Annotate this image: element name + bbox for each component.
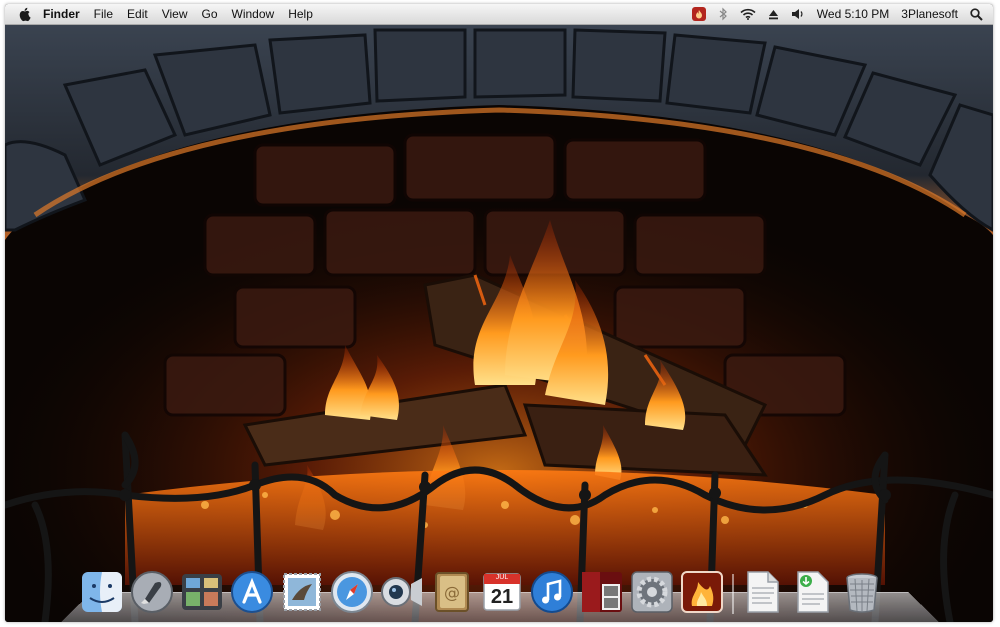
mail-stamp-icon — [283, 573, 321, 611]
fireplace-wallpaper — [5, 25, 993, 622]
photo-booth-icon — [582, 572, 622, 612]
document-icon — [747, 571, 779, 613]
dock-finder[interactable] — [80, 570, 124, 614]
gear-icon — [631, 571, 673, 613]
spotlight-icon[interactable] — [970, 7, 983, 21]
menu-view[interactable]: View — [162, 7, 188, 21]
dock-separator — [732, 574, 734, 614]
calendar-day: 21 — [490, 586, 514, 608]
dock-ical[interactable]: JUL 21 — [480, 570, 524, 614]
dock-launchpad[interactable] — [130, 570, 174, 614]
dock-address-book[interactable]: @ — [430, 570, 474, 614]
desktop: Finder File Edit View Go Window Help Wed… — [5, 4, 993, 622]
download-document-icon — [797, 571, 829, 613]
menu-clock[interactable]: Wed 5:10 PM — [817, 7, 889, 21]
menu-go[interactable]: Go — [202, 7, 218, 21]
status-menus: Wed 5:10 PM 3Planesoft — [680, 7, 993, 21]
menu-bar: Finder File Edit View Go Window Help Wed… — [5, 4, 993, 25]
app-store-icon — [231, 571, 273, 613]
dock-mission-control[interactable] — [180, 570, 224, 614]
dock-facetime[interactable] — [380, 570, 424, 614]
finder-icon — [82, 572, 122, 612]
itunes-note-icon — [531, 571, 573, 613]
dock-system-preferences[interactable] — [630, 570, 674, 614]
volume-icon[interactable] — [791, 8, 805, 20]
menu-finder[interactable]: Finder — [43, 7, 80, 21]
menu-help[interactable]: Help — [288, 7, 313, 21]
dock-trash[interactable] — [840, 570, 884, 614]
trash-icon — [846, 573, 878, 613]
launchpad-rocket-icon — [131, 571, 173, 613]
menu-user[interactable]: 3Planesoft — [901, 7, 958, 21]
menu-file[interactable]: File — [94, 7, 113, 21]
dock-downloads-stack[interactable] — [790, 570, 834, 614]
dock-document-stack[interactable] — [740, 570, 784, 614]
mission-control-icon — [182, 574, 222, 610]
dock-mail[interactable] — [280, 570, 324, 614]
fireplace-status-icon[interactable] — [691, 7, 706, 21]
dock-itunes[interactable] — [530, 570, 574, 614]
dock-app-store[interactable] — [230, 570, 274, 614]
menu-edit[interactable]: Edit — [127, 7, 148, 21]
menu-window[interactable]: Window — [232, 7, 275, 21]
bluetooth-icon[interactable] — [718, 7, 728, 21]
fireplace-app-icon — [681, 571, 723, 613]
address-book-icon: @ — [435, 572, 469, 612]
wifi-icon[interactable] — [740, 8, 756, 20]
calendar-month: JUL — [495, 574, 509, 581]
dock-fireplace-app[interactable] — [680, 570, 724, 614]
dock: @ JUL 21 — [80, 562, 920, 614]
dock-photo-booth[interactable] — [580, 570, 624, 614]
eject-icon[interactable] — [768, 9, 779, 20]
dock-safari[interactable] — [330, 570, 374, 614]
safari-compass-icon — [331, 571, 373, 613]
apple-menu-icon[interactable] — [17, 6, 33, 22]
facetime-camera-icon — [381, 577, 422, 607]
svg-text:@: @ — [444, 583, 460, 602]
